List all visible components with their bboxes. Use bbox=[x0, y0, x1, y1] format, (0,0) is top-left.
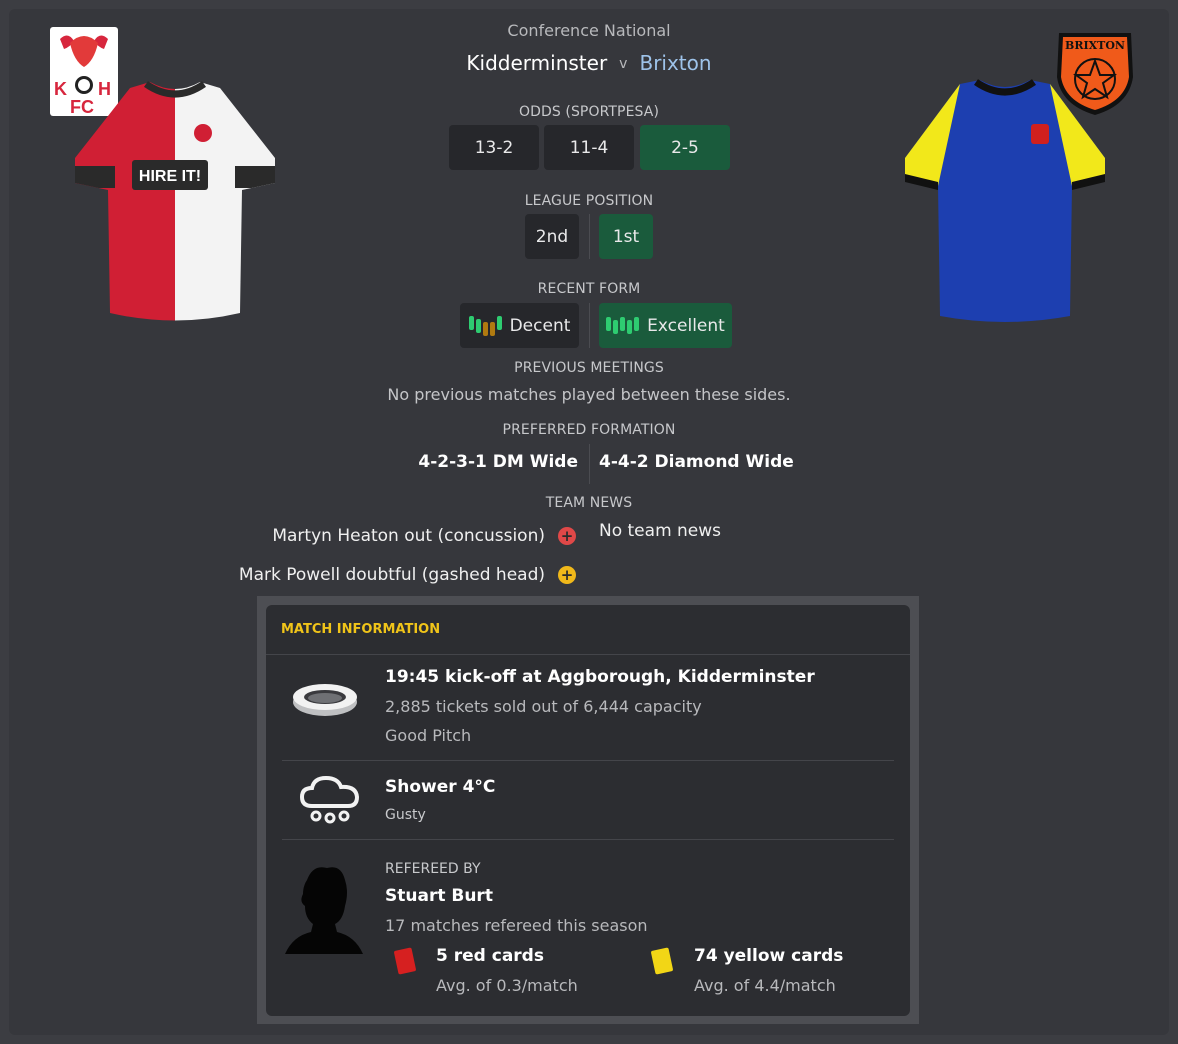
wind-text: Gusty bbox=[385, 807, 426, 823]
formation-divider bbox=[589, 444, 590, 484]
header-divider bbox=[266, 654, 910, 655]
yellow-card-icon bbox=[649, 946, 675, 976]
venue-divider bbox=[282, 760, 894, 761]
yellow-cards-average: Avg. of 4.4/match bbox=[694, 976, 836, 995]
away-team-news: No team news bbox=[599, 521, 722, 541]
home-recent-form[interactable]: Decent bbox=[460, 303, 579, 348]
svg-text:HIRE IT!: HIRE IT! bbox=[139, 168, 201, 185]
referee-silhouette-icon[interactable] bbox=[283, 862, 365, 956]
form-result-bar bbox=[468, 315, 474, 330]
svg-text:K: K bbox=[54, 79, 67, 99]
recent-form-label: RECENT FORM bbox=[537, 281, 641, 297]
competition-name[interactable]: Conference National bbox=[0, 21, 1178, 40]
away-form-text: Excellent bbox=[647, 315, 725, 336]
home-form-bars-icon bbox=[468, 315, 502, 336]
away-recent-form[interactable]: Excellent bbox=[599, 303, 732, 348]
home-form-text: Decent bbox=[509, 315, 571, 336]
form-result-bar bbox=[627, 320, 633, 334]
refereed-by-label: REFEREED BY bbox=[385, 861, 481, 877]
home-formation: 4-2-3-1 DM Wide bbox=[418, 452, 578, 472]
form-result-bar bbox=[634, 317, 640, 331]
stadium-icon bbox=[290, 678, 360, 720]
form-result-bar bbox=[475, 318, 481, 333]
home-team-news-item[interactable]: Mark Powell doubtful (gashed head) bbox=[239, 565, 545, 585]
away-formation: 4-4-2 Diamond Wide bbox=[599, 452, 794, 472]
team-news-label: TEAM NEWS bbox=[545, 495, 633, 511]
injury-yellow-icon[interactable]: + bbox=[558, 566, 576, 584]
tickets-sold-text: 2,885 tickets sold out of 6,444 capacity bbox=[385, 697, 702, 716]
injury-red-icon[interactable]: + bbox=[558, 527, 576, 545]
form-result-bar bbox=[606, 317, 612, 331]
away-team-name[interactable]: Brixton bbox=[639, 51, 711, 75]
form-result-bar bbox=[496, 315, 502, 330]
referee-name[interactable]: Stuart Burt bbox=[385, 886, 493, 906]
preferred-formation-label: PREFERRED FORMATION bbox=[502, 422, 676, 438]
match-information-header: MATCH INFORMATION bbox=[281, 622, 441, 637]
weather-divider bbox=[282, 839, 894, 840]
form-divider bbox=[589, 303, 590, 348]
red-cards-count: 5 red cards bbox=[436, 946, 544, 966]
previous-meetings-text: No previous matches played between these… bbox=[387, 385, 791, 404]
home-league-position: 2nd bbox=[525, 214, 579, 259]
odds-label: ODDS (SPORTPESA) bbox=[518, 104, 660, 120]
home-odds: 13-2 bbox=[449, 125, 539, 170]
home-team-name[interactable]: Kidderminster bbox=[466, 51, 607, 75]
fixture-title: Kidderminster v Brixton bbox=[0, 51, 1178, 75]
league-position-label: LEAGUE POSITION bbox=[524, 193, 654, 209]
rain-cloud-icon bbox=[298, 772, 362, 826]
away-form-bars-icon bbox=[606, 317, 640, 334]
form-result-bar bbox=[489, 321, 495, 336]
yellow-cards-count: 74 yellow cards bbox=[694, 946, 844, 966]
draw-odds: 11-4 bbox=[544, 125, 634, 170]
versus-label: v bbox=[619, 56, 628, 72]
home-team-news-item[interactable]: Martyn Heaton out (concussion) bbox=[272, 526, 545, 546]
referee-matches-text: 17 matches refereed this season bbox=[385, 916, 648, 935]
previous-meetings-label: PREVIOUS MEETINGS bbox=[514, 360, 664, 376]
form-result-bar bbox=[620, 317, 626, 331]
away-odds: 2-5 bbox=[640, 125, 730, 170]
kickoff-venue-title[interactable]: 19:45 kick-off at Aggborough, Kiddermins… bbox=[385, 667, 815, 687]
form-result-bar bbox=[482, 321, 488, 336]
red-cards-average: Avg. of 0.3/match bbox=[436, 976, 578, 995]
pitch-condition-text: Good Pitch bbox=[385, 726, 472, 745]
away-league-position: 1st bbox=[599, 214, 653, 259]
form-result-bar bbox=[613, 320, 619, 334]
weather-title: Shower 4°C bbox=[385, 777, 496, 797]
position-divider bbox=[589, 214, 590, 259]
red-card-icon bbox=[392, 946, 418, 976]
